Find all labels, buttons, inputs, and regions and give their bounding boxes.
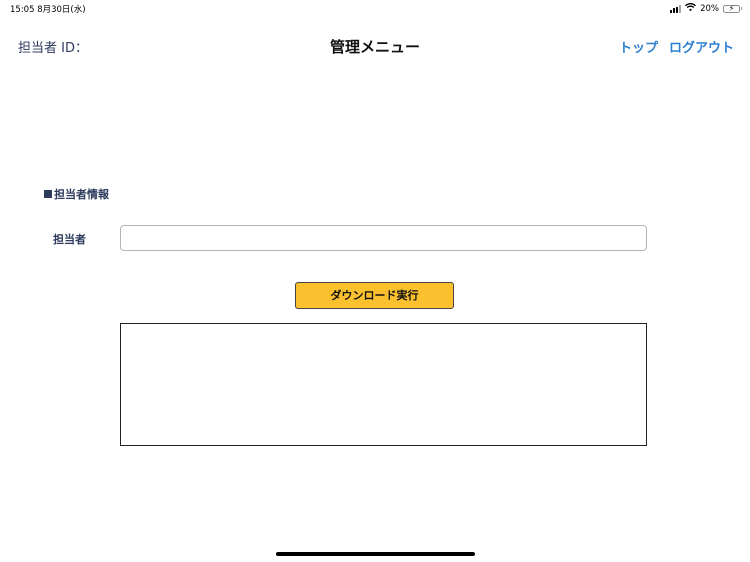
output-textarea[interactable]: [120, 323, 647, 446]
battery-percent: 20%: [700, 3, 719, 14]
square-bullet-icon: [44, 190, 52, 198]
section-heading: 担当者情報: [44, 186, 109, 202]
nav-top-link[interactable]: トップ: [619, 37, 658, 56]
wifi-icon: [685, 3, 697, 14]
signal-icon: [670, 5, 682, 13]
home-indicator[interactable]: [276, 552, 475, 556]
download-button[interactable]: ダウンロード実行: [295, 282, 454, 309]
screen: 15:05 8月30日(水) 20% ⚡ 担当者 ID： 管理メニュー トップ …: [0, 0, 750, 562]
section-heading-text: 担当者情報: [54, 188, 109, 201]
staff-field-label: 担当者: [53, 233, 86, 246]
status-time-date: 15:05 8月30日(水): [10, 5, 86, 15]
status-right-group: 20% ⚡: [670, 3, 742, 14]
nav-logout-link[interactable]: ログアウト: [669, 37, 734, 56]
staff-input[interactable]: [120, 225, 647, 251]
battery-charging-icon: ⚡: [723, 4, 742, 13]
